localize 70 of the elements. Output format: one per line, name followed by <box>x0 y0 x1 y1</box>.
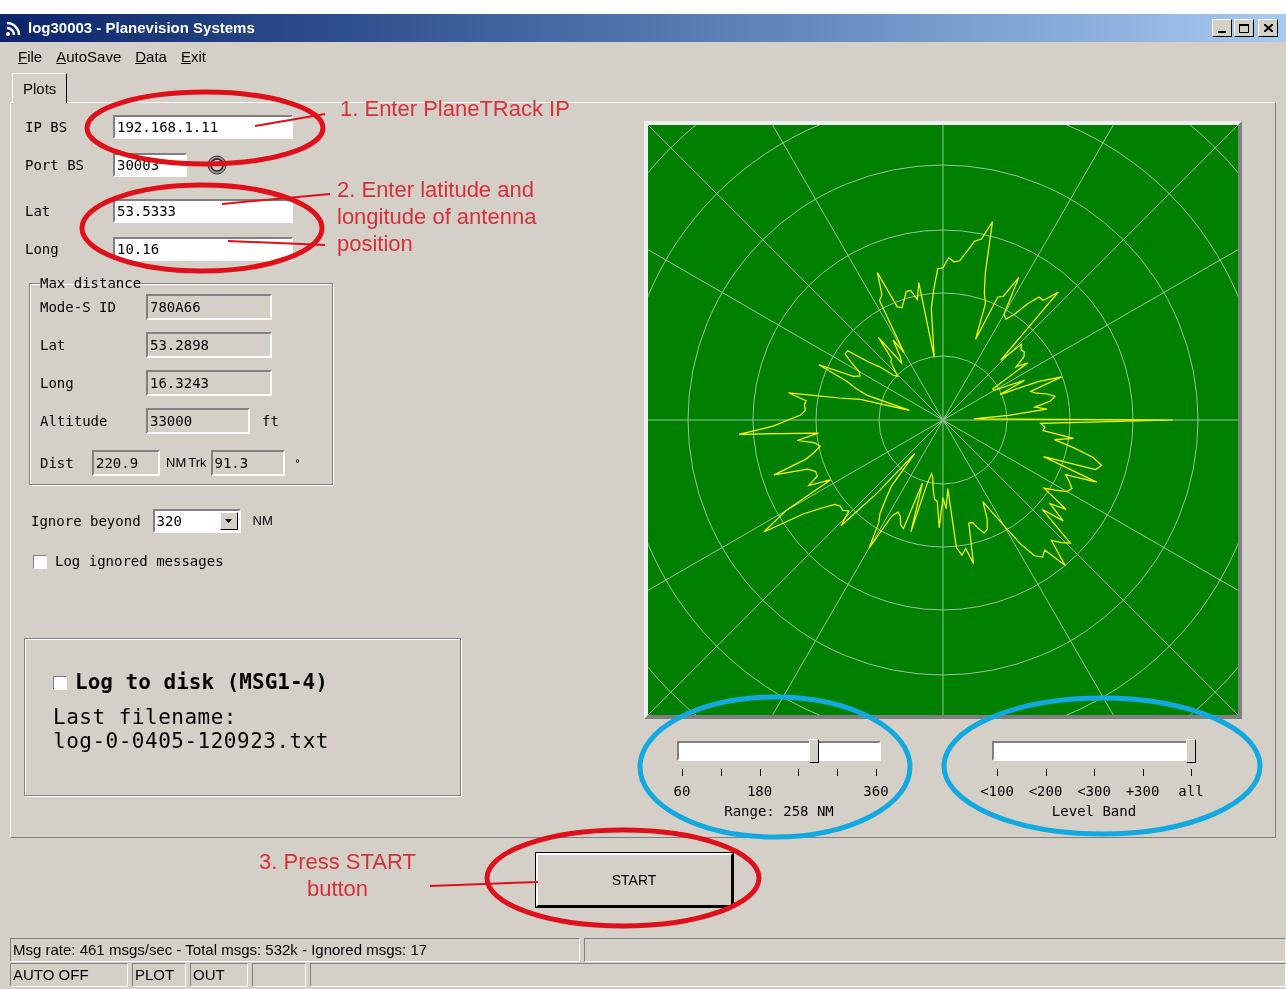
annotation-text: 2. Enter latitude and longitude of antenna position <box>337 176 538 257</box>
filename-text: log-0-0405-120923.txt <box>53 728 330 753</box>
slider[interactable] <box>677 739 881 763</box>
field-label: Long <box>25 239 60 259</box>
tick-label: 180 <box>746 782 773 801</box>
tick-label: <100 <box>980 782 1014 801</box>
status-panel <box>252 963 306 987</box>
tick-label: 60 <box>673 782 691 801</box>
input-field[interactable]: 53.5333 <box>113 199 293 223</box>
tick-label: 360 <box>863 782 889 801</box>
checkbox-label: Log ignored messages <box>55 552 224 571</box>
checkbox[interactable] <box>53 675 67 690</box>
range-reading: Range: 258 NM <box>724 802 834 821</box>
field-label: Trk <box>188 454 207 473</box>
field-label: Altitude <box>40 411 109 431</box>
menu-item[interactable]: AutoSave <box>56 45 122 69</box>
field-label: Ignore beyond <box>31 511 141 531</box>
unit-label: NM <box>166 454 187 473</box>
tick-label: +300 <box>1125 782 1160 801</box>
slider-thumb[interactable] <box>808 739 819 763</box>
menu-item[interactable]: Exit <box>180 45 206 69</box>
readonly-field[interactable]: 16.3243 <box>146 370 272 396</box>
field-label: Port BS <box>25 155 85 175</box>
slider[interactable] <box>992 739 1196 763</box>
maximize-icon <box>1239 23 1249 33</box>
field-label: Mode-S ID <box>40 297 117 317</box>
tick-label: <300 <box>1077 782 1111 801</box>
menu-item[interactable]: Data <box>135 45 167 69</box>
tick-label: <200 <box>1028 782 1063 801</box>
slider-thumb[interactable] <box>1186 739 1196 763</box>
close-icon <box>1263 24 1273 32</box>
readonly-field[interactable]: 780A66 <box>146 294 272 320</box>
circle-icon <box>207 155 227 175</box>
connect-button[interactable] <box>205 154 229 176</box>
maximize-button[interactable] <box>1234 19 1254 37</box>
status-panel: AUTO OFF <box>10 963 128 987</box>
status-panel: OUT <box>190 963 248 987</box>
unit-label: NM <box>252 512 273 531</box>
window-title: log30003 - Planevision Systems <box>28 17 255 38</box>
filename-label: Last filename: <box>53 704 238 729</box>
unit-label: ° <box>294 456 301 471</box>
annotation-text: 1. Enter PlaneTRack IP <box>340 96 570 122</box>
status-message: Msg rate: 461 msgs/sec - Total msgs: 532k - Ignored msgs: 17 <box>10 938 580 962</box>
slider-label: Level Band <box>1051 802 1137 821</box>
checkbox[interactable] <box>33 554 47 569</box>
field-label: Dist <box>40 453 75 473</box>
field-label: IP BS <box>25 117 69 137</box>
minimize-button[interactable] <box>1212 19 1232 37</box>
readonly-field[interactable]: 33000 <box>146 408 250 434</box>
field-label: Lat <box>25 201 52 221</box>
checkbox-label: Log to disk (MSG1-4) <box>75 669 328 696</box>
menu-item[interactable]: File <box>18 45 43 69</box>
group-title: Max distance <box>40 274 142 293</box>
input-field[interactable]: 10.16 <box>113 237 293 261</box>
input-field[interactable]: 192.168.1.11 <box>113 115 293 139</box>
close-button[interactable] <box>1258 19 1278 37</box>
field-label: Lat <box>40 335 67 355</box>
tick-label: all <box>1178 782 1204 801</box>
dropdown[interactable]: 320 <box>152 509 241 533</box>
status-panel: PLOT <box>132 963 186 987</box>
annotation-text: 3. Press START button <box>258 848 417 902</box>
field-label: Long <box>40 373 75 393</box>
tab[interactable]: Plots <box>12 73 68 103</box>
start-button[interactable]: START <box>535 853 733 907</box>
leader-line <box>254 113 326 127</box>
readonly-field[interactable]: 220.9 <box>92 450 160 476</box>
minimize-icon <box>1218 31 1226 33</box>
readonly-field[interactable]: 53.2898 <box>146 332 272 358</box>
readonly-field[interactable]: 91.3 <box>210 450 285 476</box>
unit-label: ft <box>262 411 279 431</box>
